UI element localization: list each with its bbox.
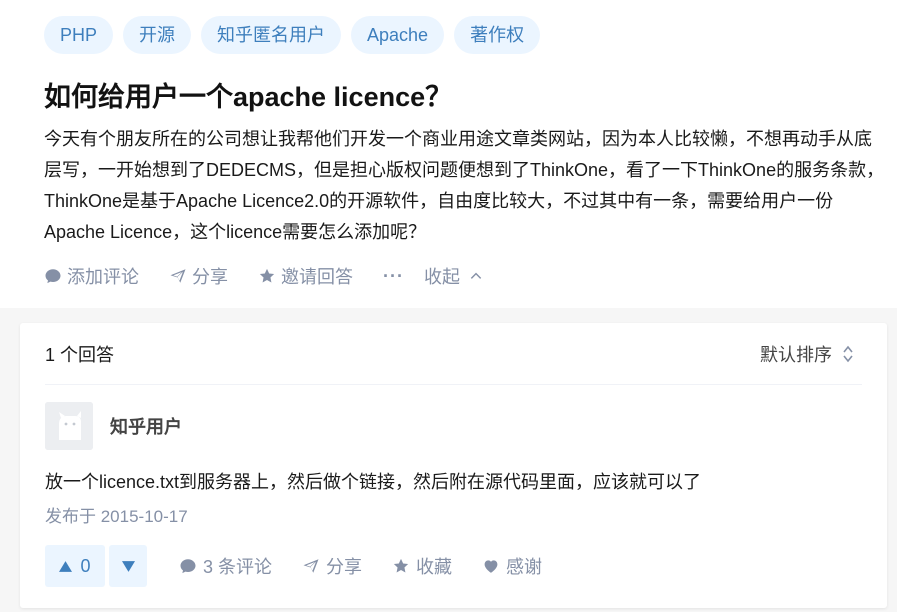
share-icon [303, 559, 319, 573]
add-comment-label: 添加评论 [67, 267, 139, 287]
favorite-label: 收藏 [416, 557, 453, 577]
topic-tags: PHP 开源 知乎匿名用户 Apache 著作权 [44, 16, 877, 54]
avatar[interactable] [45, 402, 93, 450]
triangle-down-icon [121, 560, 135, 572]
answer-item: 知乎用户 放一个licence.txt到服务器上，然后做个链接，然后附在源代码里… [45, 402, 862, 587]
chevron-up-icon [470, 272, 482, 279]
answer-content: 放一个licence.txt到服务器上，然后做个链接，然后附在源代码里面，应该就… [45, 472, 702, 492]
topic-tag-anonymous[interactable]: 知乎匿名用户 [201, 16, 342, 54]
heart-icon [484, 560, 498, 573]
answers-card: 1 个回答 默认排序 知乎用户 放一个licence.txt到服务器上，然后做个… [20, 323, 887, 608]
answer-author: 知乎用户 [45, 402, 862, 450]
topic-tag-open-source[interactable]: 开源 [123, 16, 192, 54]
answer-count: 1 个回答 [45, 344, 115, 365]
thanks-button[interactable]: 感谢 [482, 553, 542, 579]
add-comment-button[interactable]: 添加评论 [44, 263, 139, 289]
collapse-button[interactable]: 收起 [424, 263, 483, 289]
answer-share-button[interactable]: 分享 [302, 553, 362, 579]
downvote-button[interactable] [109, 545, 147, 587]
topic-tag-apache[interactable]: Apache [351, 16, 445, 54]
sort-dropdown[interactable]: 默认排序 [760, 341, 854, 367]
question-title: 如何给用户一个apache licence？ [44, 82, 453, 112]
topic-tag-copyright[interactable]: 著作权 [454, 16, 541, 54]
comment-icon [45, 269, 61, 284]
share-button[interactable]: 分享 [169, 263, 228, 289]
star-icon [393, 558, 409, 573]
answer-comments-button[interactable]: 3 条评论 [179, 553, 272, 579]
sort-chevrons-icon [843, 345, 853, 362]
comment-icon [180, 559, 196, 574]
topic-tag-php[interactable]: PHP [44, 16, 114, 54]
upvote-button[interactable]: 0 [45, 545, 105, 587]
vote-count: 0 [80, 555, 91, 576]
question-card: PHP 开源 知乎匿名用户 Apache 著作权 如何给用户一个apache l… [0, 0, 897, 308]
star-icon [259, 268, 275, 283]
question-body: 今天有个朋友所在的公司想让我帮他们开发一个商业用途文章类网站，因为本人比较懒，不… [44, 129, 885, 242]
anonymous-avatar-icon [45, 402, 93, 450]
more-options-button[interactable]: ··· [383, 266, 404, 287]
answer-comments-label: 3 条评论 [203, 557, 273, 577]
triangle-up-icon [59, 560, 73, 572]
invite-answer-button[interactable]: 邀请回答 [258, 263, 353, 289]
invite-answer-label: 邀请回答 [281, 267, 353, 287]
favorite-button[interactable]: 收藏 [392, 553, 452, 579]
sort-label: 默认排序 [760, 344, 832, 365]
collapse-label: 收起 [423, 267, 460, 287]
answers-header: 1 个回答 默认排序 [45, 323, 862, 385]
answer-date[interactable]: 发布于 2015-10-17 [45, 505, 862, 529]
answer-actions: 0 3 条评论 分享 收藏 感谢 [45, 545, 862, 587]
thanks-label: 感谢 [506, 557, 543, 577]
share-label: 分享 [192, 267, 228, 287]
share-icon [170, 269, 186, 283]
question-actions: 添加评论 分享 邀请回答 ··· 收起 [44, 259, 877, 293]
answer-share-label: 分享 [326, 557, 363, 577]
author-name[interactable]: 知乎用户 [110, 413, 182, 439]
